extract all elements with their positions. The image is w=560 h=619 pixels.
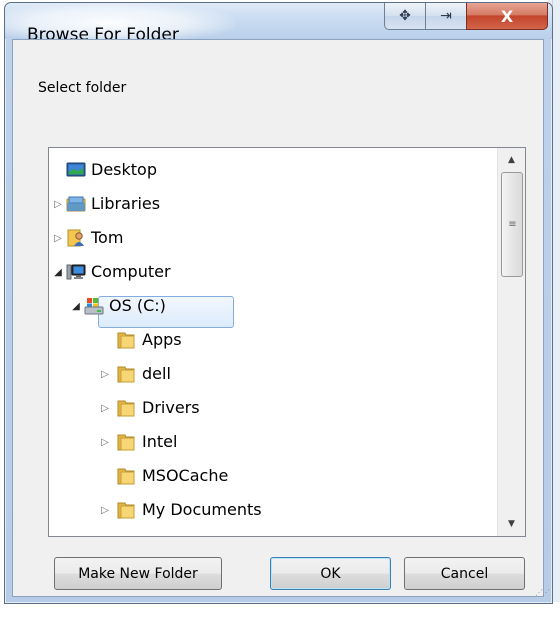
cancel-button[interactable]: Cancel xyxy=(404,557,525,590)
close-button[interactable]: X xyxy=(466,3,548,30)
desktop-icon xyxy=(66,162,86,177)
folder-icon xyxy=(117,468,135,485)
user-folder-icon xyxy=(67,229,84,247)
scroll-up-arrow-icon: ▲ xyxy=(508,155,515,165)
tree-item-msocache[interactable]: MSOCache xyxy=(49,462,489,490)
tree-item-tom[interactable]: ▷ Tom xyxy=(49,224,489,252)
tree-item-os-c-drive[interactable]: ◢ OS (C:) xyxy=(49,292,489,320)
tree-item-intel[interactable]: ▷ Intel xyxy=(49,428,489,456)
expand-arrow-icon[interactable]: ▷ xyxy=(100,402,110,414)
vertical-scrollbar[interactable]: ▲ ≡ ▼ xyxy=(497,148,525,536)
expand-arrow-icon[interactable]: ▷ xyxy=(53,198,63,210)
move-button[interactable]: ✥ xyxy=(384,3,426,30)
title-bar[interactable]: Browse For Folder ✥ ⇥ X xyxy=(5,3,552,45)
scrollbar-thumb[interactable]: ≡ xyxy=(501,172,523,277)
tree-item-label: Intel xyxy=(142,432,178,451)
background-area xyxy=(0,602,560,619)
tree-item-label: Computer xyxy=(91,262,171,281)
expand-arrow-icon[interactable]: ▷ xyxy=(100,436,110,448)
ok-button[interactable]: OK xyxy=(270,557,391,590)
tree-item-label: Tom xyxy=(91,228,124,247)
folder-icon xyxy=(117,332,135,349)
expand-arrow-icon[interactable]: ▷ xyxy=(100,504,110,516)
tree-item-dell[interactable]: ▷ dell xyxy=(49,360,489,388)
folder-tree[interactable]: Desktop ▷ Libraries ▷ Tom ◢ Computer ◢ O… xyxy=(48,147,526,537)
collapse-arrow-icon[interactable]: ◢ xyxy=(53,266,63,278)
expand-arrow-icon[interactable]: ▷ xyxy=(100,368,110,380)
move-icon: ✥ xyxy=(399,8,411,24)
make-new-folder-button[interactable]: Make New Folder xyxy=(54,557,222,590)
scroll-down-arrow-icon: ▼ xyxy=(508,519,515,529)
tree-item-label: Apps xyxy=(142,330,182,349)
resize-grip-icon[interactable]: ⋰⋰ xyxy=(535,588,550,597)
tree-item-apps[interactable]: Apps xyxy=(49,326,489,354)
select-folder-prompt: Select folder xyxy=(38,80,127,96)
tree-item-my-documents[interactable]: ▷ My Documents xyxy=(49,496,489,524)
folder-icon xyxy=(117,366,135,383)
tree-item-label: Drivers xyxy=(142,398,200,417)
tree-item-desktop[interactable]: Desktop xyxy=(49,156,489,184)
tree-item-libraries[interactable]: ▷ Libraries xyxy=(49,190,489,218)
tree-item-label: OS (C:) xyxy=(109,296,166,315)
tree-item-label: Desktop xyxy=(91,160,157,179)
scroll-up-button[interactable]: ▲ xyxy=(498,149,525,171)
tree-item-label: dell xyxy=(142,364,171,383)
tree-item-computer[interactable]: ◢ Computer xyxy=(49,258,489,286)
collapse-arrow-icon[interactable]: ◢ xyxy=(71,300,81,312)
expand-arrow-icon[interactable]: ▷ xyxy=(53,232,63,244)
libraries-icon xyxy=(66,196,86,212)
tree-item-label: Libraries xyxy=(91,194,161,213)
tree-item-label: MSOCache xyxy=(142,466,229,485)
grip-icon: ≡ xyxy=(508,218,516,230)
folder-icon xyxy=(117,434,135,451)
close-icon: X xyxy=(500,6,514,26)
tree-item-drivers[interactable]: ▷ Drivers xyxy=(49,394,489,422)
folder-icon xyxy=(117,502,135,519)
scroll-down-button[interactable]: ▼ xyxy=(498,513,525,535)
restore-icon: ⇥ xyxy=(440,8,452,24)
tree-item-label: My Documents xyxy=(142,500,262,519)
restore-button[interactable]: ⇥ xyxy=(425,3,467,30)
computer-icon xyxy=(66,264,86,280)
drive-icon xyxy=(84,298,104,315)
folder-icon xyxy=(117,400,135,417)
